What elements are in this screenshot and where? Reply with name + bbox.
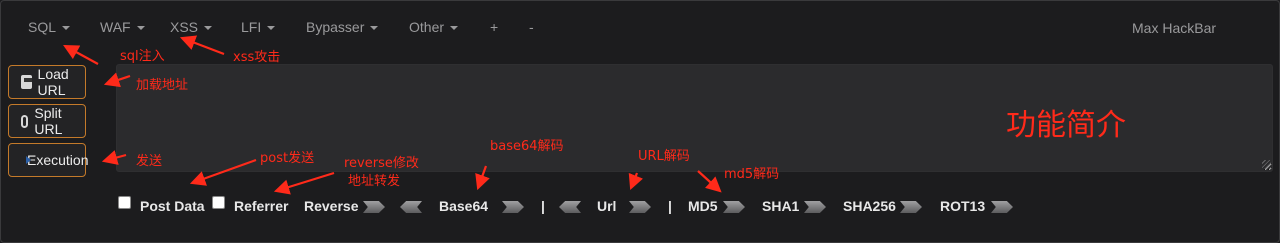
encoding-toolbar: Post Data Referrer Reverse Base64 | Url …: [0, 194, 1280, 218]
menu-other-label: Other: [409, 19, 445, 35]
menu-other[interactable]: Other: [409, 19, 459, 35]
menu-xss[interactable]: XSS: [170, 19, 213, 35]
annotation-sql: sql注入: [120, 49, 165, 64]
chevron-down-icon: [267, 26, 276, 30]
menu-sql-label: SQL: [28, 19, 57, 35]
referrer-checkbox[interactable]: [212, 196, 225, 209]
annotation-md5: md5解码: [724, 167, 780, 182]
menu-bypasser-label: Bypasser: [306, 19, 365, 35]
printer-icon: [21, 75, 32, 89]
zoom-in-button[interactable]: +: [490, 19, 498, 35]
brand-title: Max HackBar: [1132, 20, 1217, 36]
annotation-load: 加载地址: [136, 78, 189, 93]
rot13-arrow-icon[interactable]: [991, 201, 1013, 213]
annotation-execute: 发送: [136, 154, 163, 169]
menu-lfi-label: LFI: [241, 19, 262, 35]
annotation-url: URL解码: [638, 149, 690, 164]
chevron-down-icon: [62, 26, 71, 30]
annotation-base64: base64解码: [490, 139, 564, 154]
chevron-down-icon: [370, 26, 379, 30]
menu-sql[interactable]: SQL: [28, 19, 71, 35]
annotation-post: post发送: [260, 151, 315, 166]
menu-waf[interactable]: WAF: [100, 19, 145, 35]
execute-label: Execution: [27, 152, 89, 168]
sha1-arrow-icon[interactable]: [804, 201, 826, 213]
annotation-reverse-line1: reverse修改: [344, 156, 419, 171]
post-data-label[interactable]: Post Data: [140, 198, 205, 214]
arrow-right-icon[interactable]: [363, 201, 385, 213]
load-url-label: Load URL: [37, 66, 69, 98]
menu-bar: SQL WAF XSS LFI Bypasser Other + - Max H…: [0, 0, 1280, 56]
chevron-down-icon: [450, 26, 459, 30]
sha256-label: SHA256: [843, 198, 896, 214]
annotation-reverse-line2: 地址转发: [348, 174, 401, 189]
sha1-label: SHA1: [762, 198, 800, 214]
chevron-down-icon: [204, 26, 213, 30]
base64-label: Base64: [439, 198, 489, 214]
md5-label: MD5: [688, 198, 718, 214]
base64-encode-arrow-icon[interactable]: [502, 201, 524, 213]
menu-lfi[interactable]: LFI: [241, 19, 276, 35]
zoom-out-label: -: [529, 19, 534, 35]
separator: |: [668, 198, 672, 214]
menu-waf-label: WAF: [100, 19, 131, 35]
referrer-label[interactable]: Referrer: [234, 198, 288, 214]
rot13-label: ROT13: [940, 198, 986, 214]
post-data-checkbox[interactable]: [118, 196, 131, 209]
zoom-out-button[interactable]: -: [529, 19, 534, 35]
base64-decode-arrow-icon[interactable]: [400, 201, 422, 213]
chevron-down-icon: [136, 26, 145, 30]
mouse-icon: [21, 114, 29, 128]
annotation-title: 功能简介: [1006, 108, 1126, 143]
md5-arrow-icon[interactable]: [723, 201, 745, 213]
annotation-xss: xss攻击: [233, 50, 281, 65]
menu-bypasser[interactable]: Bypasser: [306, 19, 379, 35]
url-label: Url: [597, 198, 617, 214]
url-decode-arrow-icon[interactable]: [559, 201, 581, 213]
split-url-button[interactable]: Split URL: [8, 104, 86, 138]
zoom-in-label: +: [490, 19, 499, 35]
url-encode-arrow-icon[interactable]: [629, 201, 651, 213]
split-url-label: Split URL: [34, 105, 63, 137]
menu-xss-label: XSS: [170, 19, 199, 35]
sha256-arrow-icon[interactable]: [900, 201, 922, 213]
separator: |: [541, 198, 545, 214]
reverse-button[interactable]: Reverse: [304, 198, 359, 214]
execute-button[interactable]: Execution: [8, 143, 89, 177]
load-url-button[interactable]: Load URL: [8, 65, 86, 99]
resize-handle[interactable]: [1262, 160, 1271, 169]
